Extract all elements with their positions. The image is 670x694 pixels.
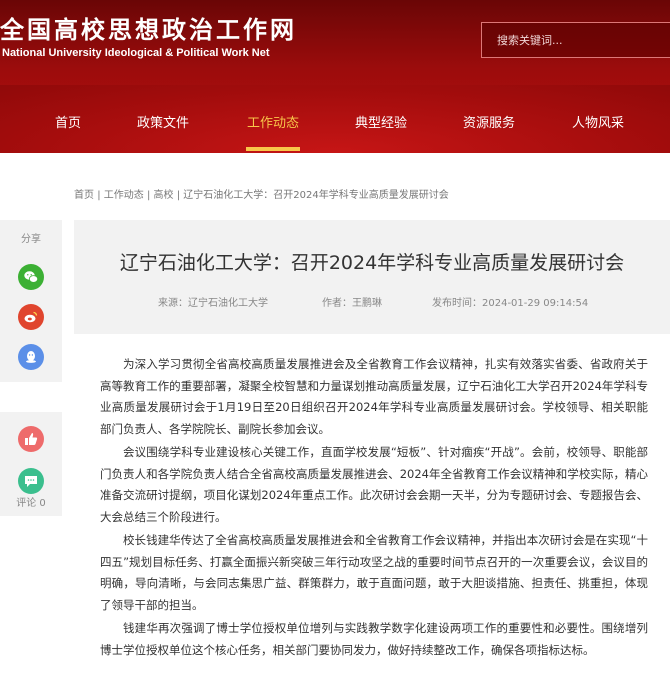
site-header: 全国高校思想政治工作网 National University Ideologi…: [0, 0, 670, 153]
nav-active-indicator: [246, 147, 300, 151]
share-panel: 分享: [0, 220, 62, 382]
comment-count[interactable]: 评论 0: [0, 498, 62, 510]
article-title: 辽宁石油化工大学：召开2024年学科专业高质量发展研讨会: [119, 252, 625, 274]
nav-item-resources[interactable]: 资源服务: [459, 99, 519, 153]
breadcrumb-current: 辽宁石油化工大学：召开2024年学科专业高质量发展研讨会: [183, 190, 449, 201]
logo-english-title: National University Ideological & Politi…: [2, 47, 270, 59]
search-input[interactable]: [482, 23, 670, 57]
weibo-icon: [24, 311, 38, 323]
article-source: 来源：辽宁石油化工大学: [158, 298, 268, 309]
wechat-icon: [24, 271, 39, 283]
article-author: 作者：王鹏琳: [322, 298, 382, 309]
main-nav: 首页 政策文件 工作动态 典型经验 资源服务 人物风采: [0, 99, 670, 153]
nav-item-policy[interactable]: 政策文件: [133, 99, 193, 153]
comment-button[interactable]: [18, 468, 44, 494]
comment-icon: [25, 476, 37, 487]
breadcrumb-separator: |: [146, 190, 151, 201]
article-paragraph: 会议围绕学科专业建设核心关键工作，直面学校发展“短板”、针对痼疾“开战”。会前，…: [100, 445, 648, 524]
article-paragraph: 为深入学习贯彻全省高校高质量发展推进会及全省教育工作会议精神，扎实有效落实省委、…: [100, 357, 648, 436]
article-header: 辽宁石油化工大学：召开2024年学科专业高质量发展研讨会 来源：辽宁石油化工大学…: [74, 220, 670, 334]
like-button[interactable]: [18, 426, 44, 452]
qq-icon: [26, 351, 36, 363]
breadcrumb-universities[interactable]: 高校: [154, 190, 174, 201]
article-paragraph: 校长钱建华传达了全省高校高质量发展推进会和全省教育工作会议精神，并指出本次研讨会…: [100, 533, 648, 612]
share-weibo-button[interactable]: [18, 304, 44, 330]
breadcrumb-separator: |: [97, 190, 101, 201]
search-box: [481, 22, 670, 58]
article-date: 发布时间：2024-01-29 09:14:54: [432, 298, 589, 309]
share-title: 分享: [21, 234, 41, 245]
article-paragraph: 钱建华再次强调了博士学位授权单位增列与实践教学数字化建设两项工作的重要性和必要性…: [100, 621, 648, 657]
breadcrumb-home[interactable]: 首页: [74, 190, 94, 201]
nav-item-typical-experience[interactable]: 典型经验: [351, 99, 411, 153]
article-body: 为深入学习贯彻全省高校高质量发展推进会及全省教育工作会议精神，扎实有效落实省委、…: [100, 354, 648, 663]
thumbs-up-icon: [25, 433, 38, 445]
nav-item-work-news[interactable]: 工作动态: [243, 99, 303, 153]
reaction-panel: 评论 0: [0, 412, 62, 516]
nav-item-home[interactable]: 首页: [50, 99, 86, 153]
site-logo[interactable]: 全国高校思想政治工作网 National University Ideologi…: [0, 16, 294, 62]
nav-item-people[interactable]: 人物风采: [568, 99, 628, 153]
share-wechat-button[interactable]: [18, 264, 44, 290]
breadcrumb: 首页 | 工作动态 | 高校 | 辽宁石油化工大学：召开2024年学科专业高质量…: [74, 189, 449, 203]
breadcrumb-work-news[interactable]: 工作动态: [104, 190, 144, 201]
share-qq-button[interactable]: [18, 344, 44, 370]
logo-chinese-title: 全国高校思想政治工作网: [0, 15, 297, 44]
breadcrumb-separator: |: [176, 190, 181, 201]
